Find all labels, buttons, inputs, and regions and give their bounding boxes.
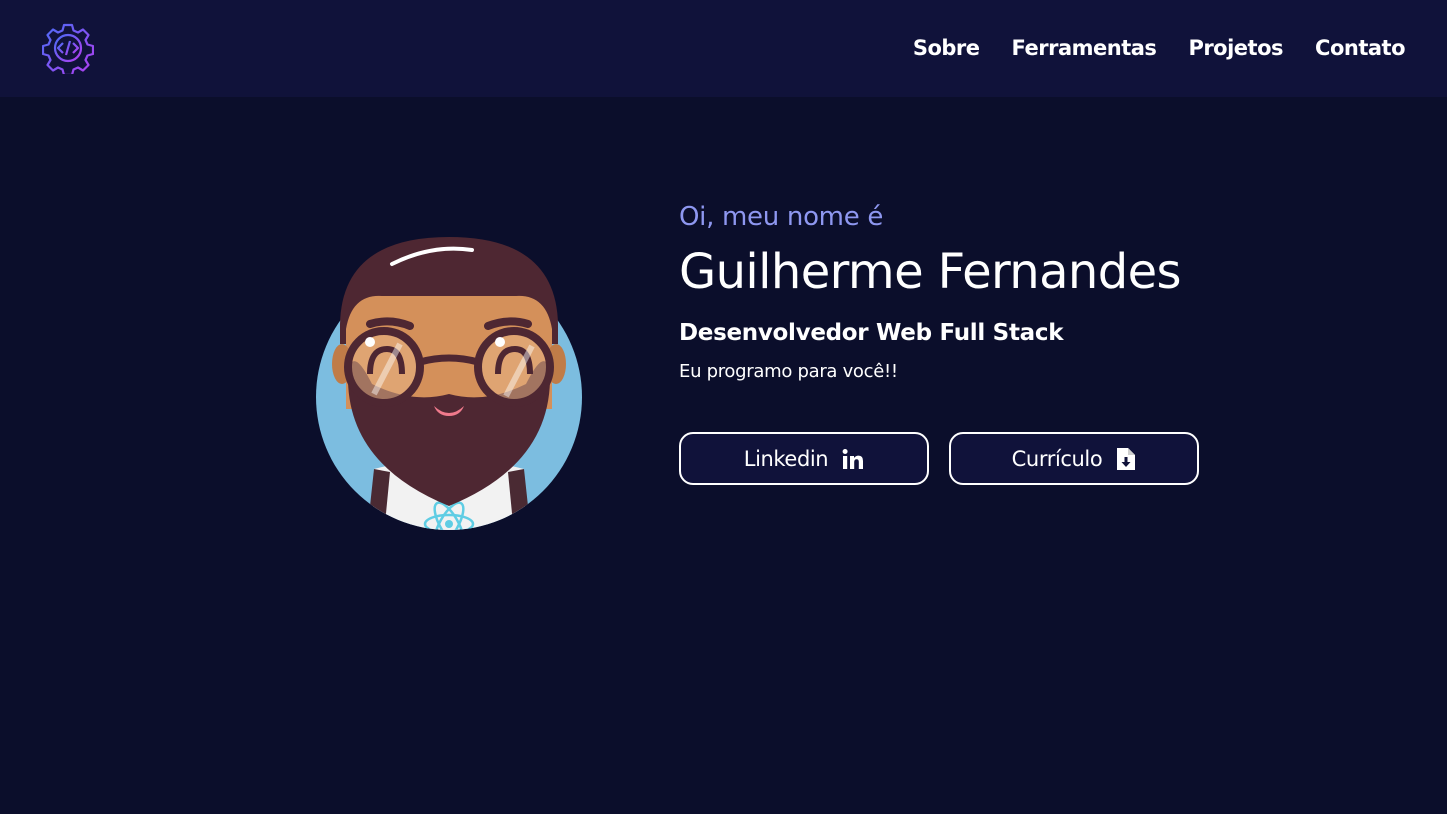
- linkedin-button[interactable]: Linkedin: [679, 432, 929, 485]
- nav-link-projetos[interactable]: Projetos: [1188, 34, 1283, 62]
- navbar: Sobre Ferramentas Projetos Contato: [0, 0, 1447, 97]
- linkedin-button-label: Linkedin: [743, 446, 829, 471]
- hero-buttons: Linkedin Currículo: [679, 432, 1239, 485]
- nav-menu: Sobre Ferramentas Projetos Contato: [913, 34, 1406, 62]
- avatar-illustration: [316, 237, 582, 530]
- nav-link-sobre[interactable]: Sobre: [913, 34, 980, 62]
- developer-role: Desenvolvedor Web Full Stack: [679, 320, 1064, 346]
- hero-section: Oi, meu nome é Guilherme Fernandes Desen…: [679, 200, 1239, 485]
- linkedin-icon: [842, 448, 864, 469]
- greeting-text: Oi, meu nome é: [679, 202, 884, 232]
- nav-link-ferramentas[interactable]: Ferramentas: [1012, 34, 1157, 62]
- tagline: Eu programo para você!!: [679, 361, 898, 382]
- gear-code-icon[interactable]: [42, 22, 94, 74]
- curriculo-button-label: Currículo: [1011, 446, 1103, 471]
- file-download-icon: [1117, 447, 1136, 470]
- curriculo-button[interactable]: Currículo: [949, 432, 1199, 485]
- developer-name: Guilherme Fernandes: [679, 244, 1182, 300]
- nav-link-contato[interactable]: Contato: [1315, 34, 1405, 62]
